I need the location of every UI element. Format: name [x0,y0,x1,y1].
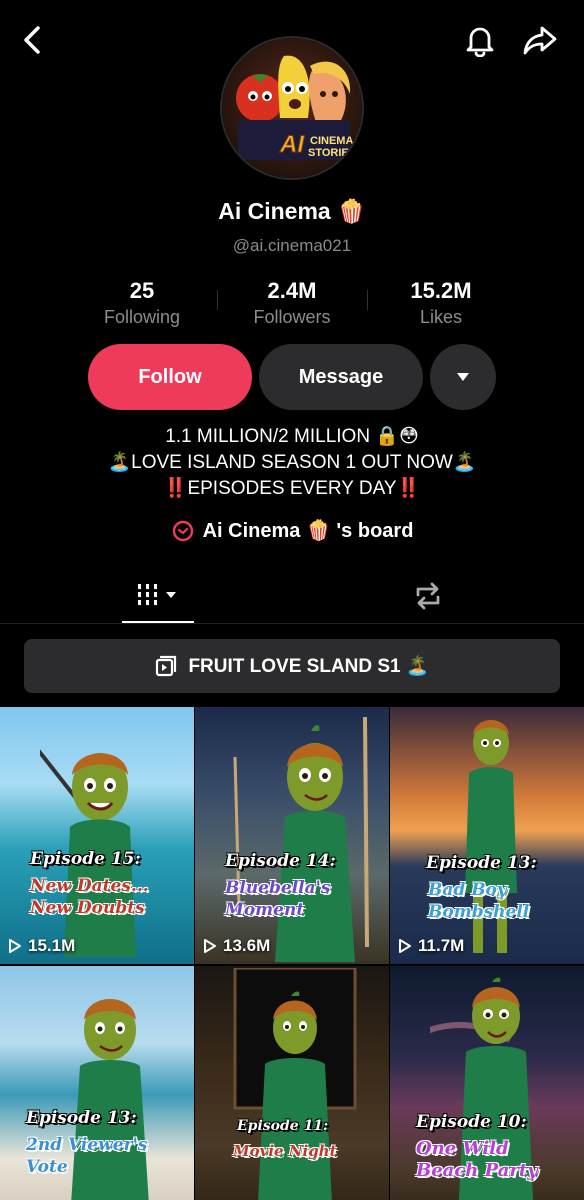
board-link[interactable]: Ai Cinema 🍿 's board [0,518,584,543]
episode-label: Episode 14: [225,851,336,871]
episode-title-line: New Dates... [30,876,149,896]
avatar[interactable]: AI CINEMA STORIES [220,36,364,180]
episode-title: Movie Night [233,1140,337,1162]
avatar-logo-cinema: CINEMA [310,135,353,147]
video-thumbnail[interactable]: Episode 11: Movie Night [195,966,389,1200]
episode-title: 2nd Viewer's Vote [26,1134,147,1178]
bell-icon [466,27,494,57]
view-count: 13.6M [203,936,270,956]
character-figure [233,968,357,1200]
play-icon [9,939,21,953]
episode-title: Bluebella's Moment [225,877,330,921]
episode-title-line: Movie Night [233,1142,337,1160]
profile-name: Ai Cinema 🍿 [218,198,366,224]
episode-label: Episode 15: [30,849,141,869]
view-count-value: 15.1M [28,936,76,955]
episode-title: One Wild Beach Party [416,1138,538,1182]
profile-bio: 1.1 MILLION/2 MILLION 🔒😳 🏝️LOVE ISLAND S… [0,424,584,502]
episode-title-line: Bad Boy [428,880,507,900]
content-tabs [0,568,584,624]
more-options-button[interactable] [430,344,496,410]
character-figure [465,720,517,953]
episode-title-line: New Doubts [30,898,145,918]
share-button[interactable] [522,22,558,58]
profile-stats: 25 Following 2.4M Followers 15.2M Likes [0,278,584,330]
board-icon [172,520,193,541]
playlist-icon [156,655,177,677]
avatar-logo-stories: STORIES [308,147,356,159]
back-button[interactable] [14,22,50,58]
stat-label: Following [103,307,181,327]
video-thumbnail[interactable]: Episode 14: Bluebella's Moment 13.6M [195,707,389,964]
profile-actions: Follow Message [0,344,584,410]
tab-videos[interactable] [122,568,194,623]
video-thumbnail[interactable]: Episode 13: 2nd Viewer's Vote [0,966,194,1200]
episode-title-line: Moment [225,900,305,920]
episode-title-line: Bombshell [428,902,530,922]
tab-reposts[interactable] [392,568,464,623]
character-figure [233,717,369,962]
video-thumbnail[interactable]: Episode 13: Bad Boy Bombshell 11.7M [390,707,584,964]
video-thumbnail[interactable]: Episode 10: One Wild Beach Party [390,966,584,1200]
stat-following[interactable]: 25 Following [67,278,217,328]
repost-icon [416,582,440,609]
back-icon [24,26,40,54]
episode-label: Episode 13: [426,853,537,873]
share-icon [523,26,557,55]
bio-line: 1.1 MILLION/2 MILLION 🔒😳 [165,426,419,447]
stat-value: 15.2M [410,278,472,303]
stat-followers[interactable]: 2.4M Followers [217,278,367,328]
video-thumbnail[interactable]: Episode 15: New Dates... New Doubts 15.1… [0,707,194,964]
episode-title-line: Beach Party [416,1160,538,1181]
stat-value: 25 [129,278,155,303]
episode-title-line: 2nd Viewer's [26,1135,148,1155]
stat-likes[interactable]: 15.2M Likes [366,278,516,328]
episode-title: New Dates... New Doubts [30,875,149,919]
bio-line: ‼️EPISODES EVERY DAY‼️ [163,478,421,499]
bio-line: 🏝️LOVE ISLAND SEASON 1 OUT NOW🏝️ [107,452,477,473]
playlist-button[interactable]: FRUIT LOVE SLAND S1 🏝️ [24,639,560,693]
avatar-logo-ai: AI [279,131,305,158]
stat-label: Followers [253,307,331,327]
character-figure [40,749,136,957]
stat-label: Likes [419,307,463,327]
view-count-value: 11.7M [418,936,465,955]
play-icon [399,939,411,953]
episode-title-line: Bluebella's [225,878,331,898]
notifications-button[interactable] [462,22,498,58]
follow-button[interactable]: Follow [88,344,252,410]
episode-label: Episode 10: [416,1112,527,1132]
board-label: Ai Cinema 🍿 's board [202,520,414,542]
episode-label: Episode 11: [237,1118,329,1134]
view-count-value: 13.6M [223,936,271,955]
episode-title: Bad Boy Bombshell [428,879,529,923]
chevron-down-icon [457,373,469,381]
view-count: 15.1M [8,936,75,956]
episode-title-line: Vote [26,1157,68,1177]
episode-title-line: One Wild [416,1138,509,1159]
stat-value: 2.4M [267,278,317,303]
play-icon [204,939,216,953]
playlist-label: FRUIT LOVE SLAND S1 🏝️ [188,656,430,677]
message-button[interactable]: Message [259,344,423,410]
view-count: 11.7M [398,936,464,956]
profile-handle: @ai.cinema021 [232,236,352,255]
grid-icon [138,583,176,605]
episode-label: Episode 13: [26,1108,137,1128]
